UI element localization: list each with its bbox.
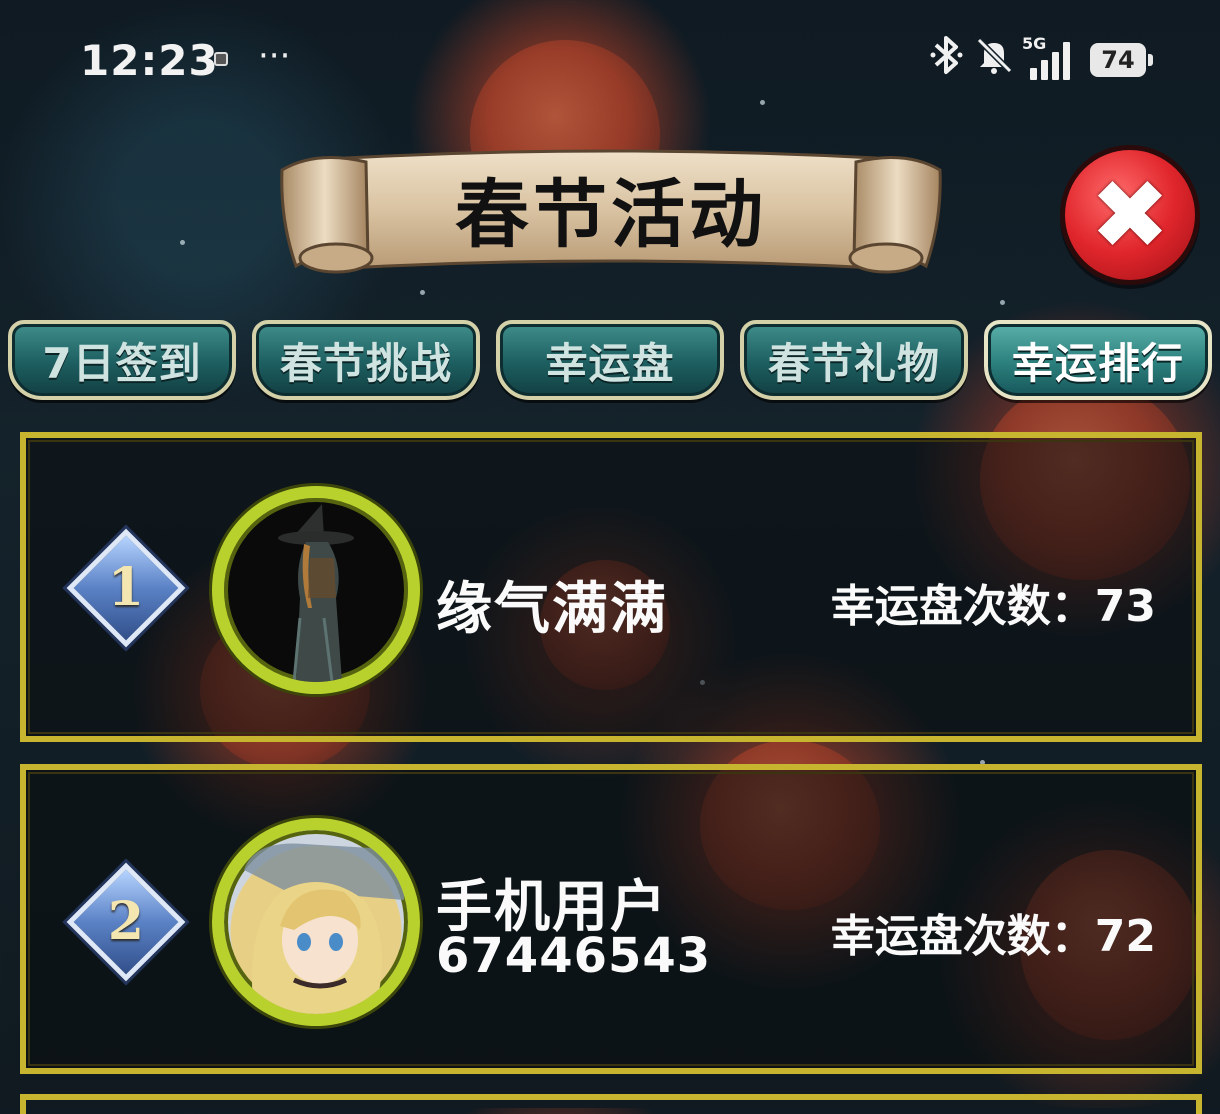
witch-figure [278,504,354,682]
tab-lucky-ranking[interactable]: 幸运排行 [984,320,1212,400]
ranking-row[interactable]: 2 手机用户 67446543 幸运盘次数：72 [20,764,1202,1074]
blonde-girl-avatar[interactable] [212,818,420,1026]
lucky-wheel-count: 幸运盘次数：73 [830,581,1156,632]
tab-label: 春节挑战 [279,338,452,388]
cellular-signal-icon: 5G [1022,34,1070,80]
battery-icon: 74 [1090,43,1153,77]
girl-portrait [244,843,404,1014]
square-notification-icon [214,52,228,66]
tab-label: 春节礼物 [767,338,940,388]
tab-label: 幸运盘 [545,338,675,388]
close-button[interactable]: ✖ [1060,145,1200,285]
player-name: 缘气满满 [436,577,668,642]
status-time: 12:23 [80,36,219,85]
snowflake [420,290,425,295]
bluetooth-icon [930,35,964,86]
activity-tab-bar: 7日签到 春节挑战 幸运盘 春节礼物 幸运排行 [8,320,1220,406]
rank-badge: 1 [66,528,186,648]
rank-badge: 2 [66,862,186,982]
tab-spring-gifts[interactable]: 春节礼物 [740,320,968,400]
status-bar: 12:23 ··· 5G 74 [0,0,1220,120]
tab-label: 幸运排行 [1011,338,1184,388]
lucky-wheel-count: 幸运盘次数：72 [830,911,1156,962]
witch-character-avatar[interactable] [212,486,420,694]
battery-level: 74 [1101,46,1135,74]
page-title: 春节活动 [455,172,767,258]
ellipsis-icon: ··· [258,36,291,76]
player-id: 67446543 [436,928,712,984]
network-type-label: 5G [1022,34,1047,53]
ranking-row[interactable]: 1 缘气满满 幸运盘次数：73 [20,432,1202,742]
rank-number: 1 [107,557,145,618]
rank-number: 2 [107,891,145,952]
close-x-icon: ✖ [1089,159,1171,271]
bell-off-icon [974,35,1014,86]
tab-lucky-wheel[interactable]: 幸运盘 [496,320,724,400]
tab-spring-challenge[interactable]: 春节挑战 [252,320,480,400]
snowflake [180,240,185,245]
tab-label: 7日签到 [42,338,202,388]
tab-7day-checkin[interactable]: 7日签到 [8,320,236,400]
title-scroll-banner: 春节活动 [276,140,946,285]
snowflake [1000,300,1005,305]
ranking-row-partial [20,1094,1202,1114]
status-icons: 5G 74 [930,34,1153,82]
